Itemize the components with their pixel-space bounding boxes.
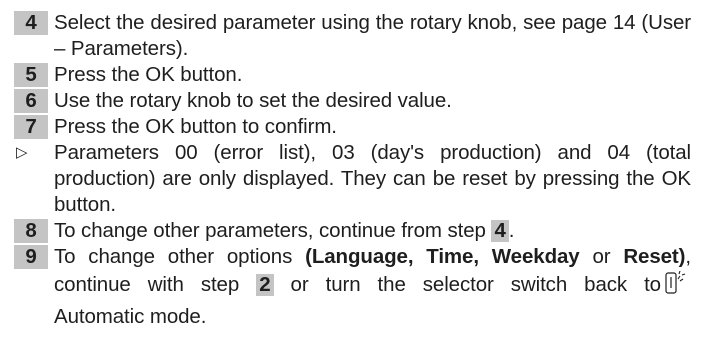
step-reference: 4 [491, 220, 509, 242]
text-part: or turn the selector switch back to [273, 273, 662, 296]
step-number: 7 [14, 115, 48, 139]
bold-options: (Language, Time, Weekday [305, 245, 580, 268]
instruction-page: 4 Select the desired parameter using the… [0, 0, 705, 350]
step-text: Select the desired parameter using the r… [54, 11, 691, 60]
step-line-1: To change other options (Language, Time,… [54, 244, 691, 270]
step-4: 4 Select the desired parameter using the… [14, 10, 691, 62]
text-part: or [579, 245, 624, 268]
step-reference: 2 [256, 274, 274, 296]
step-7: 7 Press the OK button to confirm. [14, 114, 691, 140]
result-note: ▷ Parameters 00 (error list), 03 (day's … [14, 140, 691, 218]
step-text-part: To change other parameters, continue fro… [54, 219, 492, 242]
result-triangle-icon: ▷ [16, 144, 28, 161]
step-text: Press the OK button. [54, 63, 243, 86]
text-part: To change other options [54, 245, 306, 268]
step-9: 9 To change other options (Language, Tim… [14, 244, 691, 330]
step-text: To change other options (Language, Time,… [14, 244, 691, 330]
step-number: 5 [14, 63, 48, 87]
step-line-3: Automatic mode. [54, 305, 207, 328]
step-text: Use the rotary knob to set the desired v… [54, 89, 452, 112]
step-text: To change other parameters, continue fro… [14, 218, 691, 244]
step-number: 8 [14, 219, 48, 243]
step-line-2: continue with step 2 or turn the selecto… [54, 270, 691, 304]
step-text: Press the OK button to confirm. [54, 115, 337, 138]
step-6: 6 Use the rotary knob to set the desired… [14, 88, 691, 114]
selector-switch-automatic-icon [665, 270, 687, 304]
text-part: , [685, 245, 691, 268]
step-number: 6 [14, 89, 48, 113]
step-number: 9 [14, 245, 48, 269]
step-5: 5 Press the OK button. [14, 62, 691, 88]
text-part: continue with step [54, 273, 257, 296]
step-number: 4 [14, 11, 48, 35]
bold-reset: Reset) [623, 245, 686, 268]
step-text-part: . [508, 219, 515, 242]
step-8: 8 To change other parameters, continue f… [14, 218, 691, 244]
result-text: Parameters 00 (error list), 03 (day's pr… [54, 141, 691, 216]
